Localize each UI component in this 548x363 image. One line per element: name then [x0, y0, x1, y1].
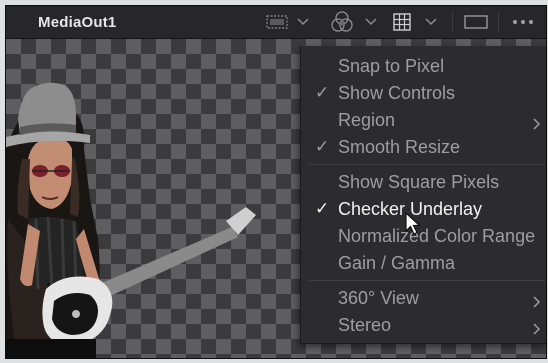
- menu-item-show-square-pixels[interactable]: Show Square Pixels: [301, 169, 546, 196]
- menu-item-label: Show Controls: [338, 83, 456, 103]
- viewer-panel: MediaOut1 Snap to Pixel ✓ Show Controls …: [5, 5, 547, 359]
- menu-item-gain-gamma[interactable]: Gain / Gamma: [301, 250, 546, 277]
- grid-chevron-down-icon[interactable]: [422, 6, 440, 38]
- menu-item-checker-underlay[interactable]: ✓ Checker Underlay: [301, 196, 546, 223]
- chevron-right-icon: [533, 292, 541, 313]
- menu-item-360-view[interactable]: 360° View: [301, 285, 546, 313]
- checkmark-icon: ✓: [315, 199, 330, 218]
- menu-separator: [309, 280, 545, 281]
- viewer-title: MediaOut1: [38, 14, 117, 31]
- viewer-options-menu: Snap to Pixel ✓ Show Controls Region ✓ S…: [300, 46, 546, 344]
- menu-item-label: Region: [338, 110, 396, 130]
- checkmark-icon: ✓: [315, 137, 330, 156]
- menu-item-label: Gain / Gamma: [338, 253, 456, 273]
- viewer-header: MediaOut1: [6, 6, 546, 39]
- menu-item-stereo[interactable]: Stereo: [301, 312, 546, 340]
- roi-chevron-down-icon[interactable]: [294, 6, 312, 38]
- menu-item-smooth-resize[interactable]: ✓ Smooth Resize: [301, 134, 546, 161]
- more-options-icon[interactable]: [508, 6, 538, 38]
- menu-separator: [309, 164, 545, 165]
- menu-item-region[interactable]: Region: [301, 107, 546, 135]
- guitarist-image: [6, 82, 256, 358]
- channels-chevron-down-icon[interactable]: [362, 6, 380, 38]
- menu-item-label: Snap to Pixel: [338, 56, 445, 76]
- color-channels-icon[interactable]: [328, 6, 356, 38]
- mouse-pointer-icon: [405, 212, 421, 235]
- menu-item-snap-to-pixel[interactable]: Snap to Pixel: [301, 53, 546, 80]
- menu-item-label: 360° View: [338, 288, 419, 308]
- menu-item-show-controls[interactable]: ✓ Show Controls: [301, 80, 546, 107]
- toolbar-divider: [498, 12, 499, 32]
- menu-item-label: Smooth Resize: [338, 137, 461, 157]
- grid-icon[interactable]: [390, 6, 414, 38]
- menu-item-label: Normalized Color Range: [338, 226, 536, 246]
- chevron-right-icon: [533, 319, 541, 340]
- menu-item-label: Stereo: [338, 315, 392, 335]
- aspect-rect-icon[interactable]: [462, 6, 490, 38]
- chevron-right-icon: [533, 114, 541, 135]
- menu-item-normalized-color-range[interactable]: Normalized Color Range: [301, 223, 546, 250]
- toolbar-divider: [452, 12, 453, 32]
- roi-icon[interactable]: [264, 6, 290, 38]
- checkmark-icon: ✓: [315, 83, 330, 102]
- menu-item-label: Show Square Pixels: [338, 172, 500, 192]
